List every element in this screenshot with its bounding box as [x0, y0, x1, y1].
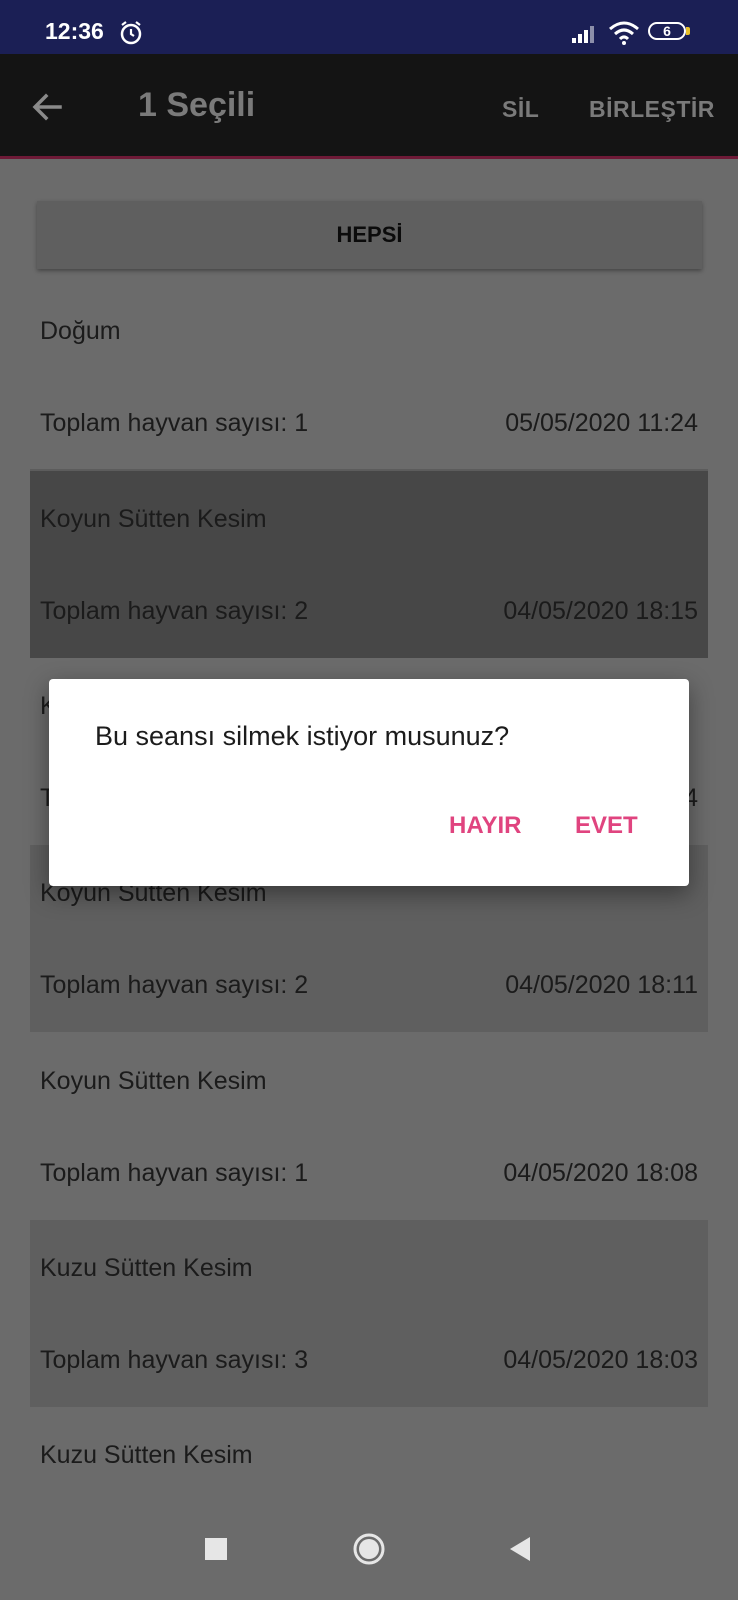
- session-title: Doğum: [40, 317, 121, 345]
- session-row[interactable]: Koyun Sütten Kesim Toplam hayvan sayısı:…: [30, 1033, 708, 1220]
- session-date: 04/05/2020 18:15: [503, 597, 698, 625]
- session-title: Kuzu Sütten Kesim: [40, 1441, 253, 1469]
- session-title: Koyun Sütten Kesim: [40, 1067, 267, 1095]
- all-filter-button[interactable]: HEPSİ: [37, 201, 702, 269]
- session-title: Koyun Sütten Kesim: [40, 505, 267, 533]
- alarm-icon: [120, 21, 142, 45]
- session-date: 04/05/2020 18:03: [503, 1346, 698, 1374]
- session-count: Toplam hayvan sayısı: 3: [40, 1346, 309, 1374]
- selection-title: 1 Seçili: [138, 86, 256, 124]
- session-date: 04/05/2020 18:08: [503, 1159, 698, 1187]
- session-count: Toplam hayvan sayısı: 2: [40, 971, 309, 999]
- no-button[interactable]: HAYIR: [449, 812, 521, 840]
- session-count: Toplam hayvan sayısı: 1: [40, 1159, 309, 1187]
- back-arrow-icon[interactable]: [30, 90, 64, 124]
- session-row[interactable]: Kuzu Sütten Kesim Toplam hayvan sayısı: …: [30, 1220, 708, 1407]
- battery-level: 6: [648, 22, 686, 40]
- session-row[interactable]: Kuzu Sütten Kesim: [30, 1407, 708, 1494]
- app-bar: 1 Seçili SİL BİRLEŞTİR: [0, 54, 738, 159]
- wifi-icon: [609, 21, 639, 45]
- status-bar: 12:36 6: [0, 0, 738, 54]
- delete-button[interactable]: SİL: [502, 96, 539, 123]
- battery-icon: 6: [648, 22, 692, 42]
- recent-apps-icon[interactable]: [205, 1538, 227, 1560]
- back-triangle-icon[interactable]: [506, 1534, 534, 1564]
- home-icon[interactable]: [352, 1532, 386, 1566]
- navigation-bar: [0, 1494, 738, 1600]
- session-title: Kuzu Sütten Kesim: [40, 1254, 253, 1282]
- dialog-message: Bu seansı silmek istiyor musunuz?: [95, 721, 510, 751]
- session-row[interactable]: Doğum Toplam hayvan sayısı: 1 05/05/2020…: [30, 283, 708, 470]
- session-date: 05/05/2020 11:24: [505, 409, 698, 437]
- merge-button[interactable]: BİRLEŞTİR: [589, 96, 715, 123]
- yes-button[interactable]: EVET: [575, 812, 638, 840]
- signal-icon: [572, 26, 594, 43]
- session-count: Toplam hayvan sayısı: 2: [40, 597, 309, 625]
- session-count: Toplam hayvan sayısı: 1: [40, 409, 309, 437]
- status-time: 12:36: [45, 18, 104, 44]
- session-date: 04/05/2020 18:11: [505, 971, 698, 999]
- session-row-selected[interactable]: Koyun Sütten Kesim Toplam hayvan sayısı:…: [30, 471, 708, 658]
- confirm-delete-dialog: Bu seansı silmek istiyor musunuz? HAYIR …: [49, 679, 689, 886]
